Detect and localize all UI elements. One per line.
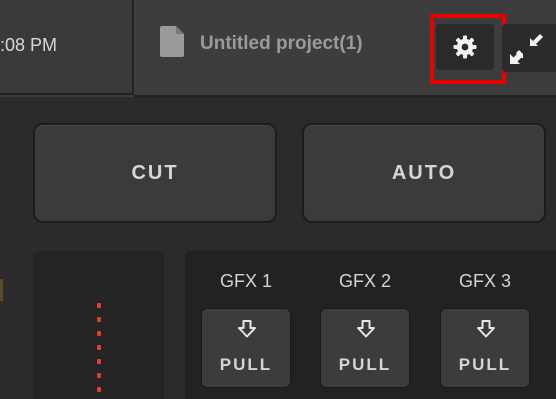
gfx-2-pull-button[interactable]: PULL xyxy=(320,308,410,388)
level-meter-panel xyxy=(33,251,164,399)
gfx-2-pull-label: PULL xyxy=(338,355,392,374)
meter-dot xyxy=(97,387,101,392)
gfx-3-pull-button[interactable]: PULL xyxy=(440,308,530,388)
meter-dot xyxy=(97,303,101,308)
meter-dot xyxy=(97,373,101,378)
collapse-arrows-icon xyxy=(510,34,543,64)
gfx-1-pull-label: PULL xyxy=(219,355,273,374)
auto-button[interactable]: AUTO xyxy=(302,123,546,223)
gfx-3-pull-label: PULL xyxy=(458,355,512,374)
settings-button[interactable] xyxy=(436,24,494,70)
gear-icon xyxy=(453,35,477,59)
meter-dot xyxy=(97,359,101,364)
collapse-button[interactable] xyxy=(502,24,556,72)
gfx-2-label: GFX 2 xyxy=(338,271,391,291)
meter-dot xyxy=(97,317,101,322)
gfx-3-label: GFX 3 xyxy=(458,271,511,291)
meter-dot xyxy=(97,345,101,350)
gfx-1-label: GFX 1 xyxy=(219,271,272,291)
meter-dot xyxy=(97,331,101,336)
edge-marker xyxy=(0,279,3,301)
clock-time: :08 PM xyxy=(0,35,58,55)
gfx-1-pull-button[interactable]: PULL xyxy=(201,308,291,388)
arrow-down-outline-icon xyxy=(357,320,375,338)
arrow-down-outline-icon xyxy=(238,320,256,338)
clock-section: :08 PM xyxy=(0,0,134,95)
top-bar: :08 PM Untitled project(1) xyxy=(0,0,556,97)
arrow-down-outline-icon xyxy=(477,320,495,338)
project-name[interactable]: Untitled project(1) xyxy=(200,33,363,55)
file-icon xyxy=(160,26,184,57)
cut-button[interactable]: CUT xyxy=(33,123,277,223)
app-window: :08 PM Untitled project(1) CUT AUTO GFX … xyxy=(0,0,556,399)
